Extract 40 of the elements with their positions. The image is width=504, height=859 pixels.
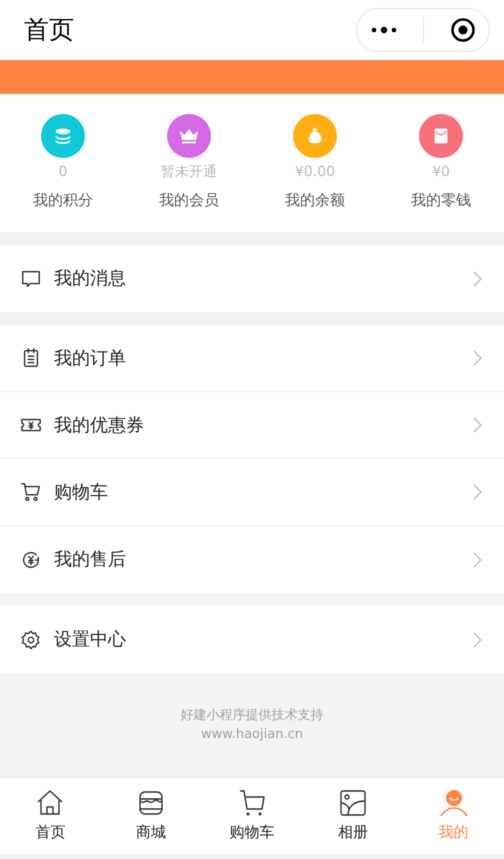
tab-item[interactable]: 购物车: [202, 788, 302, 844]
page-title: 首页: [24, 14, 74, 46]
capsule-menu[interactable]: [356, 8, 490, 52]
stat-label[interactable]: 我的会员: [159, 189, 219, 212]
menu-item[interactable]: 设置中心: [0, 606, 504, 673]
tab-item[interactable]: 相册: [302, 788, 404, 844]
menu-item[interactable]: 我的消息: [0, 245, 504, 312]
settings-icon: [20, 628, 42, 650]
footer-text: 好建小程序提供技术支持: [180, 706, 324, 724]
chevron-icon: [473, 552, 482, 568]
image-icon: [338, 788, 367, 817]
stat-label[interactable]: 我的余额: [285, 189, 345, 212]
person-icon: [440, 788, 468, 817]
stat-icon-circle[interactable]: [419, 114, 463, 158]
chevron-icon: [473, 484, 482, 500]
stat-value: 暂未开通: [161, 163, 217, 182]
stat-label[interactable]: 我的零钱: [411, 189, 471, 212]
stat-icon-circle[interactable]: [167, 114, 211, 158]
tab-item[interactable]: 首页: [0, 788, 101, 844]
menu-item[interactable]: 我的优惠券: [0, 392, 504, 459]
stat-value: ¥0: [432, 163, 450, 182]
stat-value: ¥0.00: [294, 163, 336, 182]
tab-item[interactable]: 商城: [100, 788, 202, 844]
home-icon: [36, 788, 64, 817]
menu-item[interactable]: 我的订单: [0, 325, 504, 392]
close-icon[interactable]: [450, 17, 476, 43]
menu-item[interactable]: 我的售后: [0, 526, 504, 593]
chevron-icon: [473, 632, 482, 648]
stat-icon-circle[interactable]: [293, 114, 337, 158]
stat-label[interactable]: 我的积分: [33, 189, 93, 212]
chevron-icon: [473, 417, 482, 433]
stat-value: 0: [58, 163, 68, 182]
shop-icon: [137, 788, 166, 817]
menu-item[interactable]: 购物车: [0, 459, 504, 526]
chevron-icon: [473, 270, 482, 286]
cart-icon: [20, 481, 42, 503]
more-icon[interactable]: [370, 25, 398, 35]
chevron-icon: [473, 350, 482, 366]
stat-icon-circle[interactable]: [41, 114, 85, 158]
cart-icon: [238, 788, 266, 817]
